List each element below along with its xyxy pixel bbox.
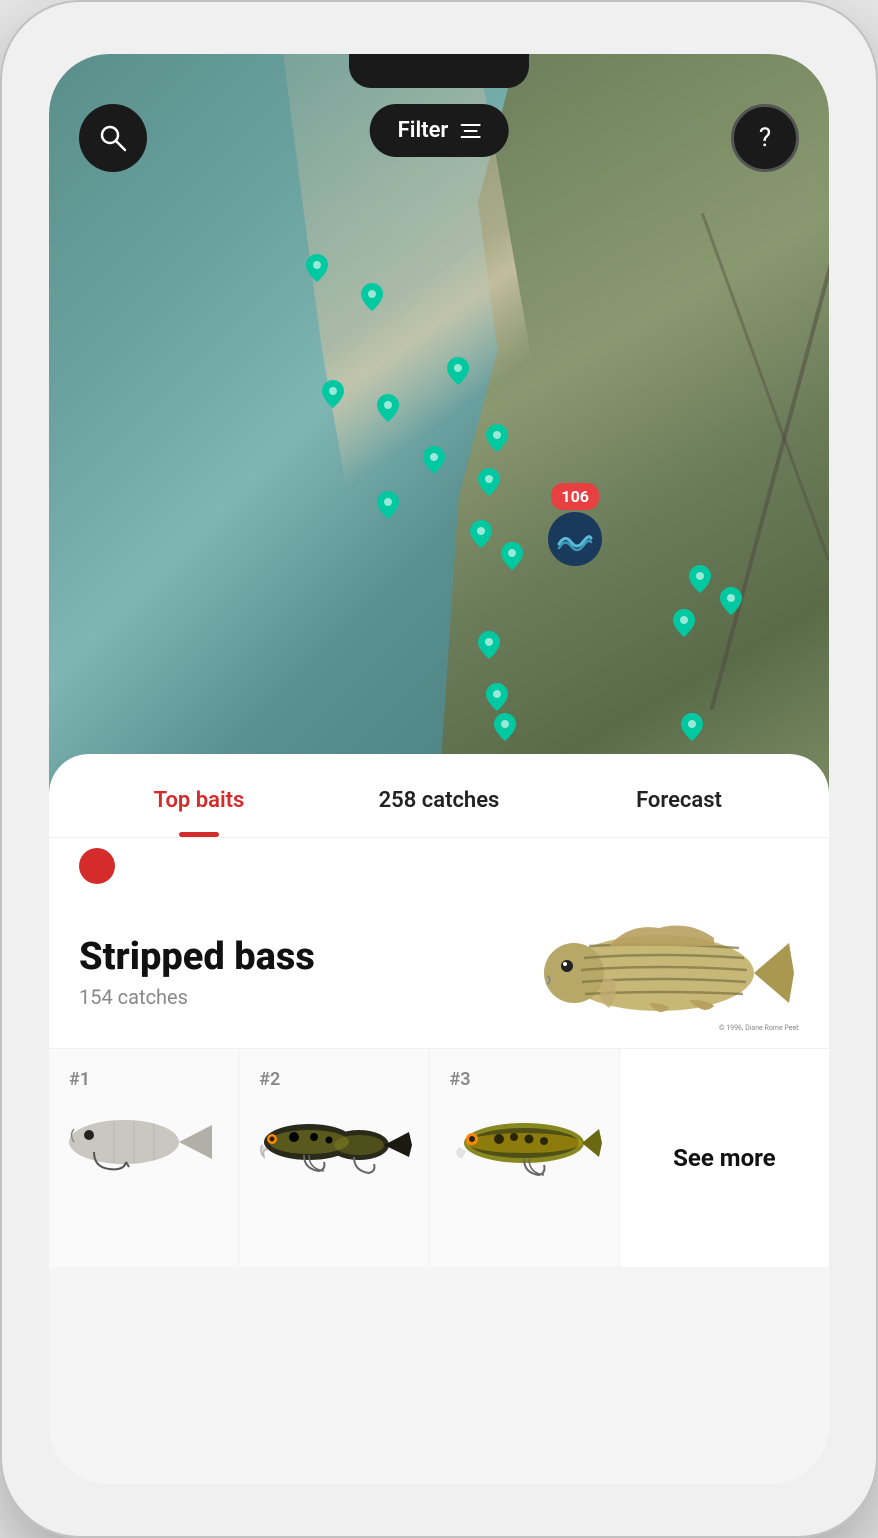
- cluster-icon: [548, 512, 602, 566]
- content-area: Top baits 258 catches Forecast Stripped …: [49, 754, 829, 1484]
- bait-image-2: [249, 1102, 418, 1182]
- bottom-section: [49, 1267, 829, 1485]
- bait-rank-2: #2: [249, 1069, 280, 1090]
- fish-image: © 1996, Diane Rome Peebles: [539, 908, 799, 1038]
- map-pin[interactable]: [377, 394, 399, 422]
- map-container[interactable]: Filter ?: [49, 54, 829, 794]
- map-pin[interactable]: [501, 542, 523, 570]
- map-pin[interactable]: [486, 683, 508, 711]
- bait-image-1: [59, 1102, 228, 1182]
- bait-rank-3: #3: [440, 1069, 471, 1090]
- map-pin[interactable]: [720, 587, 742, 615]
- map-pin[interactable]: [306, 254, 328, 282]
- bait-cell-1[interactable]: #1: [49, 1049, 239, 1267]
- help-label: ?: [759, 123, 771, 153]
- filter-button[interactable]: Filter: [370, 104, 509, 157]
- tab-catches[interactable]: 258 catches: [319, 774, 559, 827]
- fish-section: Stripped bass 154 catches: [49, 888, 829, 1048]
- bait-rank-1: #1: [59, 1069, 90, 1090]
- map-pin[interactable]: [689, 565, 711, 593]
- filter-icon: [460, 124, 480, 138]
- bait-image-3: [440, 1102, 609, 1182]
- active-indicator: [79, 848, 115, 884]
- map-pin[interactable]: [447, 357, 469, 385]
- map-pin[interactable]: [681, 713, 703, 741]
- cluster-count: 106: [551, 483, 599, 510]
- search-button[interactable]: [79, 104, 147, 172]
- bait-cell-3[interactable]: #3: [430, 1049, 620, 1267]
- map-pin[interactable]: [423, 446, 445, 474]
- map-pin[interactable]: [486, 424, 508, 452]
- tabs-row: Top baits 258 catches Forecast: [49, 754, 829, 838]
- see-more-label: See more: [673, 1144, 776, 1172]
- map-pin[interactable]: [470, 520, 492, 548]
- map-pin[interactable]: [478, 468, 500, 496]
- fish-illustration: © 1996, Diane Rome Peebles: [539, 908, 799, 1038]
- map-pin[interactable]: [361, 283, 383, 311]
- see-more-button[interactable]: See more: [620, 1049, 829, 1267]
- map-pin[interactable]: [494, 713, 516, 741]
- notch: [349, 54, 529, 88]
- map-pin[interactable]: [377, 491, 399, 519]
- tab-top-baits[interactable]: Top baits: [79, 774, 319, 827]
- fish-info: Stripped bass 154 catches: [79, 937, 539, 1009]
- svg-text:© 1996, Diane Rome Peebles: © 1996, Diane Rome Peebles: [719, 1024, 799, 1032]
- map-pin[interactable]: [673, 609, 695, 637]
- fish-catches: 154 catches: [79, 985, 539, 1009]
- cluster-marker[interactable]: 106: [548, 483, 602, 566]
- baits-grid: #1: [49, 1048, 829, 1267]
- phone-screen: Filter ?: [49, 54, 829, 1484]
- bait-cell-2[interactable]: #2: [239, 1049, 429, 1267]
- map-pin[interactable]: [478, 631, 500, 659]
- filter-label: Filter: [398, 118, 449, 143]
- map-pin[interactable]: [322, 380, 344, 408]
- help-button[interactable]: ?: [731, 104, 799, 172]
- fish-name: Stripped bass: [79, 937, 539, 979]
- tab-forecast[interactable]: Forecast: [559, 774, 799, 827]
- phone-shell: Filter ?: [0, 0, 878, 1538]
